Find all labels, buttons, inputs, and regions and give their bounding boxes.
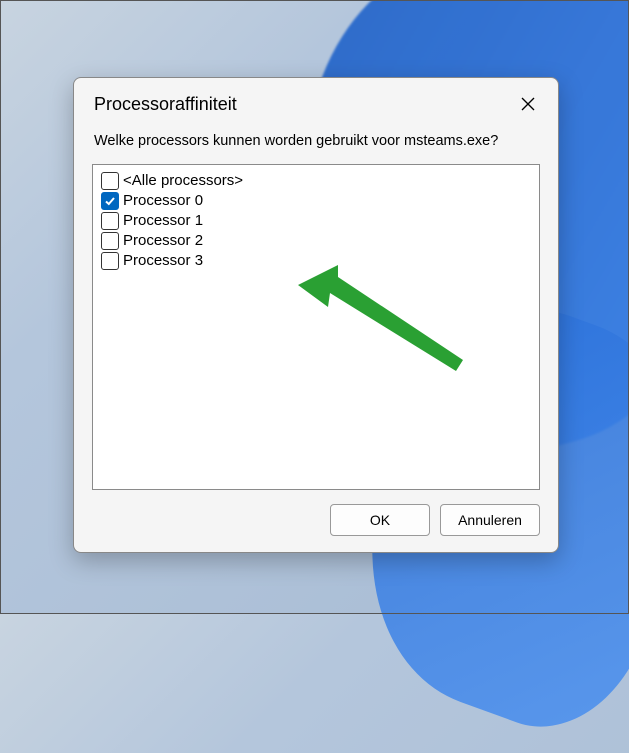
list-item[interactable]: <Alle processors>	[101, 171, 531, 191]
dialog-title: Processoraffiniteit	[94, 94, 237, 115]
close-button[interactable]	[514, 90, 542, 118]
item-label: Processor 3	[123, 252, 203, 269]
checkmark-icon	[104, 195, 116, 207]
titlebar: Processoraffiniteit	[74, 78, 558, 126]
processor-affinity-dialog: Processoraffiniteit Welke processors kun…	[73, 77, 559, 553]
cancel-button[interactable]: Annuleren	[440, 504, 540, 536]
button-bar: OK Annuleren	[74, 490, 558, 552]
close-icon	[521, 97, 535, 111]
ok-button[interactable]: OK	[330, 504, 430, 536]
processor-list[interactable]: <Alle processors> Processor 0 Processor 1 P…	[92, 164, 540, 490]
list-item[interactable]: Processor 2	[101, 231, 531, 251]
item-label: Processor 1	[123, 212, 203, 229]
checkbox[interactable]	[101, 232, 119, 250]
list-item[interactable]: Processor 0	[101, 191, 531, 211]
list-item[interactable]: Processor 3	[101, 251, 531, 271]
dialog-question: Welke processors kunnen worden gebruikt …	[74, 126, 558, 164]
list-item[interactable]: Processor 1	[101, 211, 531, 231]
checkbox[interactable]	[101, 172, 119, 190]
checkbox[interactable]	[101, 212, 119, 230]
annotation-arrow	[288, 265, 488, 425]
item-label: Processor 0	[123, 192, 203, 209]
item-label: <Alle processors>	[123, 172, 243, 189]
checkbox[interactable]	[101, 252, 119, 270]
item-label: Processor 2	[123, 232, 203, 249]
checkbox[interactable]	[101, 192, 119, 210]
